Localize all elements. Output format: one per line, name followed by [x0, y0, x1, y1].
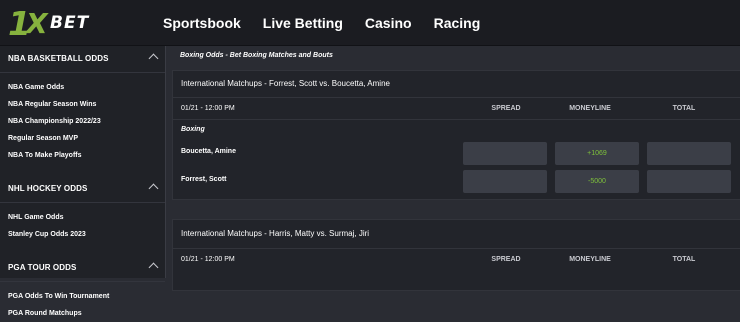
sidebar-section-header[interactable]: NHL HOCKEY ODDS	[0, 176, 165, 203]
spread-odds-button[interactable]	[463, 142, 547, 165]
sidebar-item-pga-odds-to-win[interactable]: PGA Odds To Win Tournament	[0, 288, 165, 305]
sport-category: Boxing	[181, 126, 205, 133]
sidebar-section-title: NHL HOCKEY ODDS	[8, 184, 88, 193]
sidebar-section-pga: PGA TOUR ODDS PGA Odds To Win Tournament…	[0, 255, 165, 322]
main-nav: Sportsbook Live Betting Casino Racing	[163, 0, 480, 45]
total-odds-button[interactable]	[647, 142, 731, 165]
sidebar-item-nba-to-make-playoffs[interactable]: NBA To Make Playoffs	[0, 147, 165, 164]
nav-sportsbook[interactable]: Sportsbook	[163, 15, 241, 31]
competitor-row: Forrest, Scott -5000	[173, 168, 740, 199]
matchup-title[interactable]: International Matchups - Harris, Matty v…	[173, 220, 740, 249]
sidebar-section-nhl: NHL HOCKEY ODDS NHL Game Odds Stanley Cu…	[0, 176, 165, 255]
odds-header-row: 01/21 - 12:00 PM SPREAD MONEYLINE TOTAL	[173, 98, 740, 120]
sidebar-section-header[interactable]: NBA BASKETBALL ODDS	[0, 46, 165, 73]
column-spread: SPREAD	[491, 256, 521, 263]
sidebar-item-stanley-cup-odds[interactable]: Stanley Cup Odds 2023	[0, 226, 165, 243]
sidebar-item-regular-season-mvp[interactable]: Regular Season MVP	[0, 130, 165, 147]
competitor-name: Forrest, Scott	[181, 176, 227, 183]
competitor-row: Boucetta, Amine +1069	[173, 140, 740, 168]
column-moneyline: MONEYLINE	[569, 256, 611, 263]
moneyline-odds-button[interactable]: +1069	[555, 142, 639, 165]
event-datetime: 01/21 - 12:00 PM	[181, 105, 235, 112]
odds-header-row: 01/21 - 12:00 PM SPREAD MONEYLINE TOTAL	[173, 249, 740, 270]
sidebar-item-pga-round-matchups[interactable]: PGA Round Matchups	[0, 305, 165, 322]
matchup-title[interactable]: International Matchups - Forrest, Scott …	[173, 71, 740, 98]
chevron-up-icon[interactable]	[148, 183, 159, 194]
total-odds-button[interactable]	[647, 170, 731, 193]
chevron-up-icon[interactable]	[148, 53, 159, 64]
moneyline-odds-button[interactable]: -5000	[555, 170, 639, 193]
logo-x: X	[26, 7, 48, 40]
sidebar-item-nba-championship[interactable]: NBA Championship 2022/23	[0, 113, 165, 130]
nav-live-betting[interactable]: Live Betting	[263, 15, 343, 31]
spread-odds-button[interactable]	[463, 170, 547, 193]
sidebar-section-nba: NBA BASKETBALL ODDS NBA Game Odds NBA Re…	[0, 46, 165, 176]
column-total: TOTAL	[672, 105, 696, 112]
matchup-card: International Matchups - Forrest, Scott …	[172, 70, 740, 200]
matchup-card: International Matchups - Harris, Matty v…	[172, 219, 740, 291]
breadcrumb: Boxing Odds - Bet Boxing Matches and Bou…	[180, 52, 333, 59]
logo-bet: BET	[50, 13, 90, 33]
sidebar-item-nba-regular-season-wins[interactable]: NBA Regular Season Wins	[0, 96, 165, 113]
column-spread: SPREAD	[491, 105, 521, 112]
column-moneyline: MONEYLINE	[569, 105, 611, 112]
nav-racing[interactable]: Racing	[434, 15, 481, 31]
sidebar-item-nba-game-odds[interactable]: NBA Game Odds	[0, 79, 165, 96]
sidebar-section-title: PGA TOUR ODDS	[8, 263, 77, 272]
nav-casino[interactable]: Casino	[365, 15, 412, 31]
chevron-up-icon[interactable]	[148, 262, 159, 273]
column-total: TOTAL	[672, 256, 696, 263]
sidebar-item-nhl-game-odds[interactable]: NHL Game Odds	[0, 209, 165, 226]
event-datetime: 01/21 - 12:00 PM	[181, 256, 235, 263]
sidebar: NBA BASKETBALL ODDS NBA Game Odds NBA Re…	[0, 46, 166, 317]
sidebar-section-title: NBA BASKETBALL ODDS	[8, 54, 109, 63]
top-bar: 1 X BET Sportsbook Live Betting Casino R…	[0, 0, 740, 46]
main-content: Boxing Odds - Bet Boxing Matches and Bou…	[172, 46, 740, 291]
competitor-name: Boucetta, Amine	[181, 148, 236, 155]
